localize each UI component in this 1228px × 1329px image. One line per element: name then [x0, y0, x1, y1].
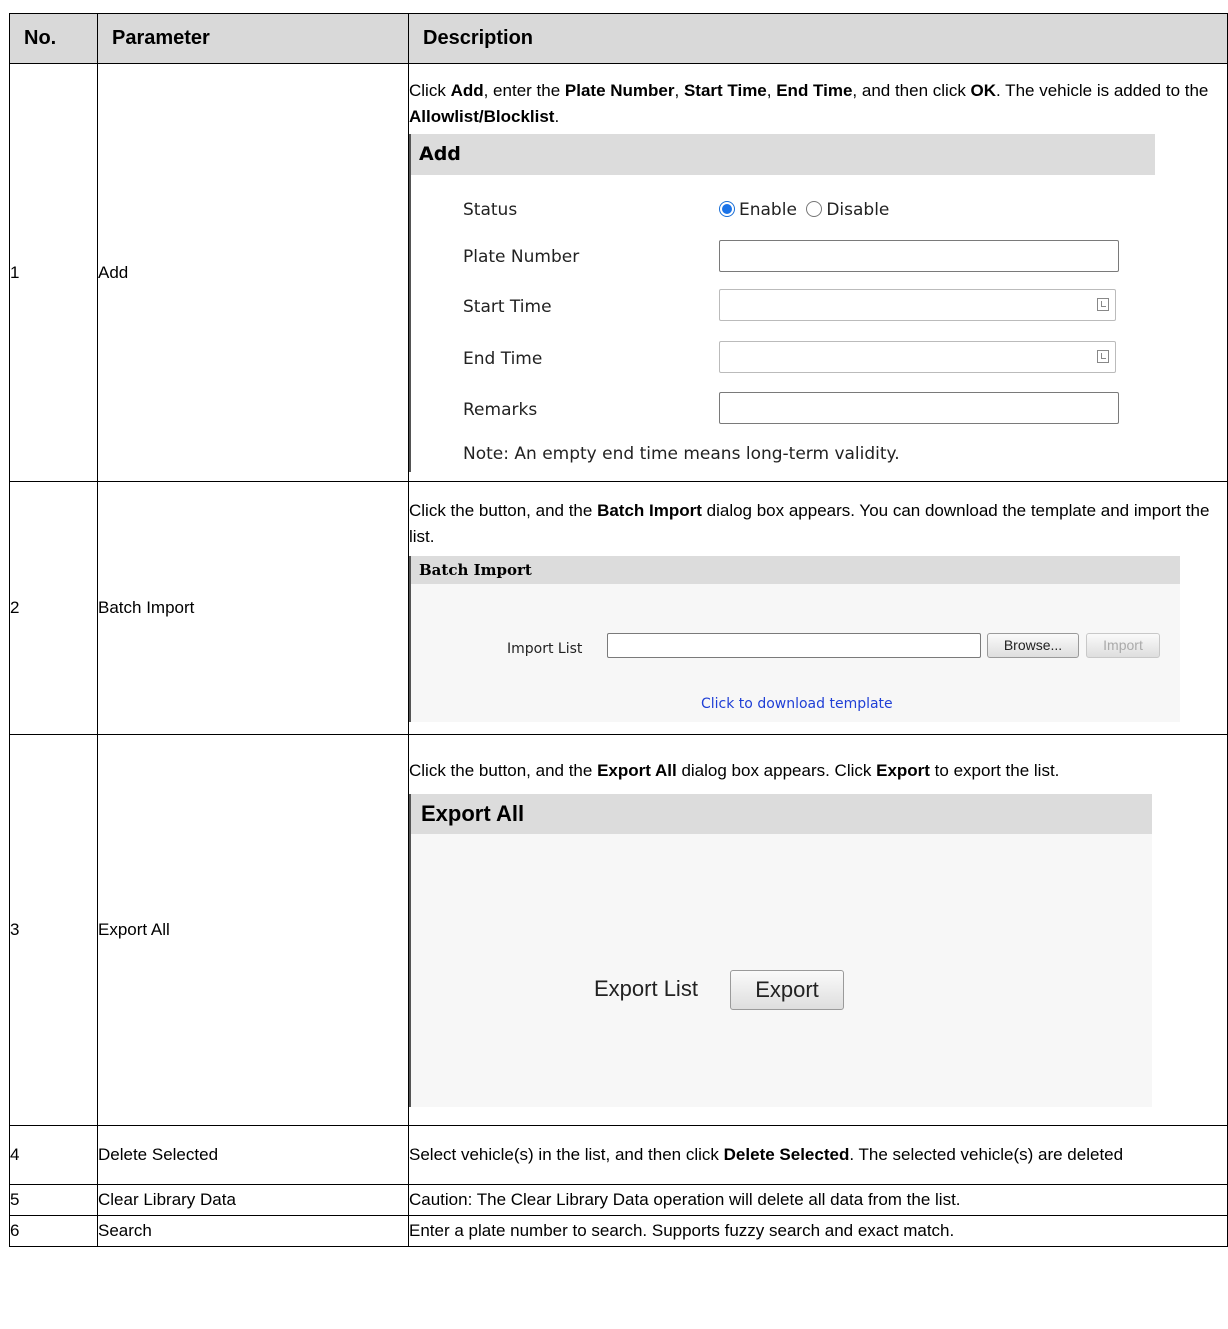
row-parameter: Clear Library Data — [97, 1184, 409, 1216]
remarks-label: Remarks — [463, 399, 538, 420]
row-description: Caution: The Clear Library Data operatio… — [408, 1184, 1228, 1216]
row-parameter: Export All — [97, 734, 409, 1126]
enable-radio[interactable]: Enable — [719, 200, 797, 220]
download-template-link[interactable]: Click to download template — [701, 691, 893, 717]
row-description: Click the button, and the Export All dia… — [408, 734, 1228, 1126]
browse-button[interactable]: Browse... — [987, 632, 1079, 658]
row-parameter: Delete Selected — [97, 1125, 409, 1185]
end-time-input[interactable] — [719, 340, 1116, 373]
table-row: 3 Export All Click the button, and the E… — [9, 734, 1228, 1126]
disable-radio[interactable]: Disable — [806, 200, 889, 220]
end-time-label: End Time — [463, 348, 543, 369]
row-description: Select vehicle(s) in the list, and then … — [408, 1125, 1228, 1185]
note-text: Note: An empty end time means long-term … — [463, 443, 900, 464]
import-list-label: Import List — [507, 640, 583, 657]
radio-unselected-icon — [806, 200, 823, 217]
plate-number-input[interactable] — [719, 239, 1119, 272]
calendar-icon[interactable] — [1097, 297, 1109, 311]
row-parameter: Search — [97, 1215, 409, 1247]
row-parameter: Add — [97, 63, 409, 482]
row-description: Click the button, and the Batch Import d… — [408, 481, 1228, 735]
table-row: 2 Batch Import Click the button, and the… — [9, 481, 1228, 735]
table-row: 1 Add Click Add, enter the Plate Number,… — [9, 63, 1228, 482]
calendar-icon[interactable] — [1097, 349, 1109, 363]
import-button[interactable]: Import — [1086, 632, 1160, 658]
row-no: 3 — [9, 734, 98, 1126]
description-text: Click the button, and the Export All dia… — [409, 760, 1060, 780]
import-file-input[interactable] — [607, 632, 981, 658]
export-button[interactable]: Export — [730, 969, 844, 1010]
radio-selected-icon — [719, 200, 735, 217]
parameter-table: No. Parameter Description 1 Add Click Ad… — [9, 13, 1228, 1247]
row-parameter: Batch Import — [97, 481, 409, 735]
table-row: 5 Clear Library Data Caution: The Clear … — [9, 1184, 1228, 1216]
row-description: Enter a plate number to search. Supports… — [408, 1215, 1228, 1247]
start-time-input[interactable] — [719, 288, 1116, 321]
remarks-input[interactable] — [719, 391, 1119, 424]
plate-number-label: Plate Number — [463, 246, 580, 267]
row-no: 2 — [9, 481, 98, 735]
header-no: No. — [9, 13, 98, 64]
table-row: 6 Search Enter a plate number to search.… — [9, 1215, 1228, 1247]
export-list-label: Export List — [594, 975, 698, 1001]
row-no: 1 — [9, 63, 98, 482]
row-no: 6 — [9, 1215, 98, 1247]
table-row: 4 Delete Selected Select vehicle(s) in t… — [9, 1125, 1228, 1185]
row-no: 5 — [9, 1184, 98, 1216]
header-parameter: Parameter — [97, 13, 409, 64]
status-label: Status — [463, 199, 518, 220]
add-dialog-title: Add — [411, 133, 1155, 175]
status-radio-group: Enable Disable — [719, 197, 889, 223]
header-description: Description — [408, 13, 1228, 64]
batch-import-dialog: Batch Import Import List Browse... Impor… — [409, 555, 1180, 722]
description-text: Click Add, enter the Plate Number, Start… — [409, 80, 1209, 126]
export-all-dialog: Export All Export List Export — [409, 793, 1152, 1107]
description-text: Click the button, and the Batch Import d… — [409, 500, 1210, 546]
add-dialog: Add Status Enable Disable Plate Number S… — [409, 133, 1155, 472]
row-description: Click Add, enter the Plate Number, Start… — [408, 63, 1228, 482]
export-all-dialog-title: Export All — [411, 793, 1152, 834]
start-time-label: Start Time — [463, 296, 552, 317]
table-header-row: No. Parameter Description — [9, 13, 1228, 64]
row-no: 4 — [9, 1125, 98, 1185]
batch-import-dialog-title: Batch Import — [411, 555, 1180, 584]
